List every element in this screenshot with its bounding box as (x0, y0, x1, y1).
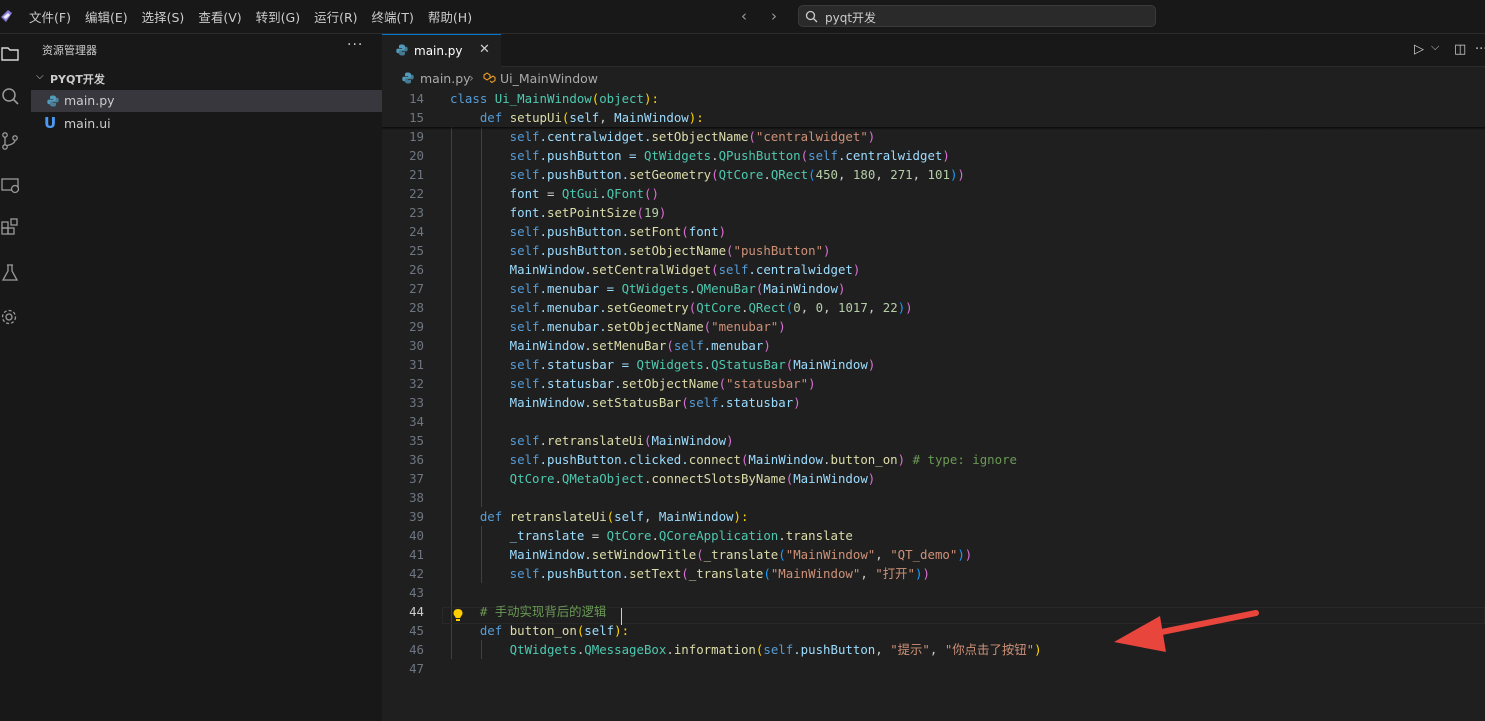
menu-item[interactable]: 文件(F) (29, 7, 71, 26)
code-line[interactable]: 15 def setupUi(self, MainWindow): (382, 108, 1485, 127)
code-text: def setupUi(self, MainWindow): (450, 108, 704, 127)
code-token: , (599, 110, 615, 125)
activity-bar (0, 34, 32, 721)
split-editor-icon[interactable]: ◫ (1454, 42, 1466, 57)
menu-item[interactable]: 终端(T) (372, 7, 414, 26)
more-actions-icon[interactable]: ··· (1475, 42, 1485, 57)
code-token: setupUi (509, 110, 562, 125)
chevron-right-icon: › (469, 71, 474, 85)
run-and-debug-icon[interactable] (0, 174, 22, 196)
explorer-title: 资源管理器 (42, 44, 97, 57)
code-line[interactable]: 14 class Ui_MainWindow(object): (382, 89, 1485, 108)
breadcrumb-file[interactable]: main.py (420, 71, 471, 86)
title-bar: 文件(F) 编辑(E) 选择(S) 查看(V) 转到(G) 运行(R) 终端(T) 帮助(H)… (0, 0, 1485, 34)
menu-item[interactable]: 帮助(H) (428, 7, 472, 26)
command-center-search[interactable]: pyqt开发 (798, 5, 1156, 27)
code-token: self (569, 110, 600, 125)
search-icon[interactable] (0, 86, 22, 108)
menu-item[interactable]: 转到(G) (256, 7, 300, 26)
app-logo-icon (1, 10, 12, 22)
forward-arrow-icon[interactable]: › (765, 8, 783, 24)
search-text: pyqt开发 (825, 11, 877, 25)
file-name: main.py (64, 93, 115, 108)
editor-tab-bar: main.py ✕ ▷ ⌵ ◫ ··· (382, 34, 1485, 67)
menu-item[interactable]: 查看(V) (198, 7, 241, 26)
menu-item[interactable]: 运行(R) (314, 7, 357, 26)
back-arrow-icon[interactable]: ‹ (735, 8, 753, 24)
source-control-icon[interactable] (0, 130, 22, 152)
settings-gear-icon[interactable] (0, 306, 22, 328)
file-item-main-py[interactable]: main.py (31, 90, 382, 112)
menu-item[interactable]: 选择(S) (142, 7, 185, 26)
testing-flask-icon[interactable] (0, 262, 22, 284)
code-token: class (450, 91, 495, 106)
line-number: 14 (409, 91, 424, 106)
menu-item[interactable]: 编辑(E) (85, 7, 128, 26)
chevron-down-icon[interactable]: ⌵ (1431, 40, 1439, 54)
python-file-icon (402, 72, 414, 84)
breadcrumb-symbol[interactable]: Ui_MainWindow (500, 71, 598, 86)
class-symbol-icon (483, 72, 496, 84)
tab-label: main.py (414, 44, 463, 58)
code-token: ): (643, 91, 659, 106)
breadcrumb: main.py › Ui_MainWindow (382, 67, 1485, 89)
folder-name: PYQT开发 (50, 73, 105, 86)
menu-bar: 文件(F) 编辑(E) 选择(S) 查看(V) 转到(G) 运行(R) 终端(T) 帮助(H) (22, 0, 479, 33)
explorer-sidebar: 资源管理器 ··· ⌵ PYQT开发 main.py U main.ui (31, 34, 383, 721)
code-text: class Ui_MainWindow(object): (450, 89, 659, 108)
explorer-icon[interactable] (0, 42, 22, 64)
u-file-icon: U (44, 114, 57, 132)
code-token: object (599, 91, 644, 106)
file-item-main-ui[interactable]: U main.ui (31, 113, 382, 135)
annotation-arrow (1114, 610, 1259, 652)
code-token: Ui_MainWindow (494, 91, 592, 106)
run-icon[interactable]: ▷ (1414, 42, 1424, 57)
file-name: main.ui (64, 116, 111, 131)
python-file-icon (47, 95, 59, 107)
code-token: ): (688, 110, 704, 125)
search-icon (805, 10, 818, 23)
code-token: def (450, 110, 510, 125)
code-token: MainWindow (614, 110, 689, 125)
folder-pyqt[interactable]: ⌵ PYQT开发 (31, 68, 382, 88)
line-number: 15 (409, 110, 424, 125)
close-icon[interactable]: ✕ (479, 42, 490, 57)
tab-main-py[interactable]: main.py ✕ (382, 34, 501, 67)
more-actions-icon[interactable]: ··· (347, 37, 363, 53)
code-editor[interactable]: 14 class Ui_MainWindow(object): 15 def set… (382, 89, 1485, 721)
chevron-down-icon: ⌵ (36, 71, 44, 82)
extensions-icon[interactable] (0, 218, 22, 240)
python-file-icon (396, 44, 408, 56)
